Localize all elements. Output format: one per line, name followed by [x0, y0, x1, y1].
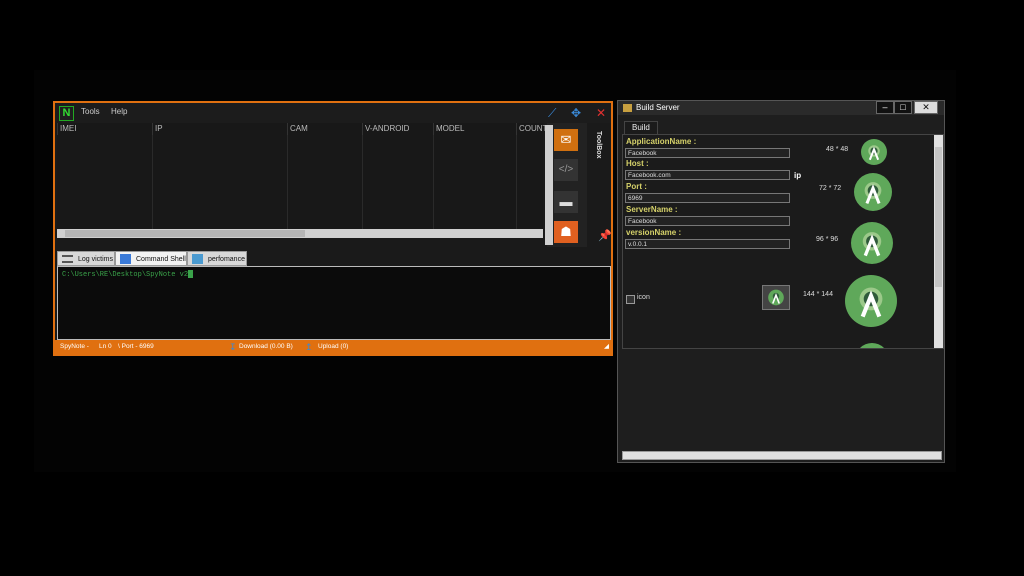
minimize-icon[interactable]: – [876, 101, 894, 114]
android-icon-96 [851, 222, 893, 264]
column-divider [362, 135, 363, 230]
main-window: N Tools Help ⟋ ✥ ✕ IMEI IP CAM V-ANDROID… [53, 101, 613, 356]
status-line: Ln 0 [99, 343, 112, 350]
application-name-input[interactable]: Facebook [625, 148, 790, 158]
status-download: Download (0.00 B) [239, 343, 293, 350]
chart-icon [192, 254, 203, 264]
menu-tools[interactable]: Tools [81, 107, 100, 116]
android-icon-144 [845, 275, 897, 327]
android-icon-48 [861, 139, 887, 165]
column-header-count[interactable]: COUNT [516, 123, 547, 135]
label-application-name: ApplicationName : [626, 137, 697, 146]
victims-grid[interactable]: IMEI IP CAM V-ANDROID MODEL COUNT [57, 123, 547, 238]
select-icon-button[interactable] [762, 285, 790, 310]
tab-label: Command Shell [136, 256, 186, 263]
host-input[interactable]: Facebook.com [625, 170, 790, 180]
window-title: Build Server [636, 103, 680, 112]
icon-size-label: 48 * 48 [826, 146, 849, 153]
android-studio-icon [864, 182, 882, 204]
title-bar: N Tools Help ⟋ ✥ ✕ [55, 103, 611, 123]
tab-performance[interactable]: perfomance [187, 251, 247, 266]
android-icon-72 [854, 173, 892, 211]
status-upload: Upload (0) [318, 343, 349, 350]
column-header-ip[interactable]: IP [152, 123, 287, 135]
label-server-name: ServerName : [626, 205, 678, 214]
status-app-name: SpyNote - [60, 343, 89, 350]
contact-icon[interactable]: ☗ [554, 221, 578, 243]
close-icon[interactable]: ✕ [914, 101, 938, 114]
column-divider [287, 135, 288, 230]
command-shell[interactable]: C:\Users\RE\Desktop\SpyNote v2 [57, 266, 611, 340]
mail-icon[interactable]: ✉ [554, 129, 578, 151]
shell-line: C:\Users\RE\Desktop\SpyNote v2 [62, 270, 194, 279]
upload-icon: ↥ [305, 342, 313, 352]
tab-build[interactable]: Build [624, 121, 658, 134]
resize-grip-icon[interactable]: ◢ [604, 340, 609, 354]
tab-label: perfomance [208, 256, 245, 263]
build-server-window: Build Server – □ ✕ Build ApplicationName… [617, 100, 945, 463]
android-studio-icon [862, 232, 882, 257]
move-icon[interactable]: ✥ [571, 106, 581, 120]
scrollbar-thumb[interactable] [65, 230, 305, 237]
grid-horizontal-scrollbar[interactable] [57, 229, 543, 238]
title-bar: Build Server – □ ✕ [618, 101, 944, 115]
tab-command-shell[interactable]: Command Shell [115, 251, 187, 266]
version-name-input[interactable]: v.0.0.1 [625, 239, 790, 249]
label-host: Host : [626, 159, 649, 168]
ip-label: ip [794, 171, 802, 180]
label-version-name: versionName : [626, 228, 682, 237]
android-studio-icon [859, 287, 883, 318]
menu-help[interactable]: Help [111, 107, 127, 116]
android-studio-icon [768, 289, 784, 306]
pushpin-icon[interactable]: 📌 [598, 229, 612, 242]
tab-label: Log victims [78, 256, 114, 263]
icon-checkbox-label: icon [637, 294, 650, 301]
icon-size-label: 72 * 72 [819, 185, 842, 192]
build-progress-bar [622, 451, 942, 460]
terminal-icon [120, 254, 131, 264]
column-header-imei[interactable]: IMEI [57, 123, 153, 135]
download-icon: ↧ [229, 342, 237, 352]
status-bar: SpyNote - Ln 0 \ Port - 6969 ↧ Download … [55, 340, 611, 354]
panel-vertical-scrollbar[interactable] [934, 135, 943, 348]
pin-icon[interactable]: ⟋ [548, 106, 556, 120]
column-header-v-android[interactable]: V-ANDROID [362, 123, 433, 135]
status-port: \ Port - 6969 [118, 343, 154, 350]
label-port: Port : [626, 182, 647, 191]
port-input[interactable]: 6969 [625, 193, 790, 203]
folder-icon[interactable]: ▬ [554, 191, 578, 213]
build-settings-panel: ApplicationName : Facebook Host : Facebo… [622, 134, 944, 349]
window-icon [623, 104, 632, 112]
shell-prompt: C:\Users\RE\Desktop\SpyNote v2 [62, 270, 189, 279]
android-studio-icon [868, 145, 880, 161]
scrollbar-thumb[interactable] [935, 147, 942, 287]
icon-size-label: 144 * 144 [803, 291, 833, 298]
app-logo-icon: N [59, 106, 74, 121]
code-icon[interactable]: </> [554, 159, 578, 181]
server-name-input[interactable]: Facebook [625, 216, 790, 226]
android-icon-partial [855, 343, 889, 348]
icon-size-label: 96 * 96 [816, 236, 839, 243]
text-cursor [188, 270, 194, 278]
column-header-model[interactable]: MODEL [433, 123, 516, 135]
column-divider [433, 135, 434, 230]
column-divider [152, 135, 153, 230]
toolbox-panel: ✉ </> ▬ ☗ [547, 123, 587, 247]
column-divider [516, 135, 517, 230]
toolbox-label[interactable]: ToolBox [595, 131, 602, 158]
close-icon[interactable]: ✕ [596, 106, 606, 120]
icon-checkbox[interactable] [626, 295, 635, 304]
maximize-icon[interactable]: □ [894, 101, 912, 114]
tab-log-victims[interactable]: Log victims [57, 251, 115, 266]
list-icon [62, 255, 73, 263]
column-header-cam[interactable]: CAM [287, 123, 362, 135]
grid-vertical-scrollbar[interactable] [545, 125, 553, 245]
